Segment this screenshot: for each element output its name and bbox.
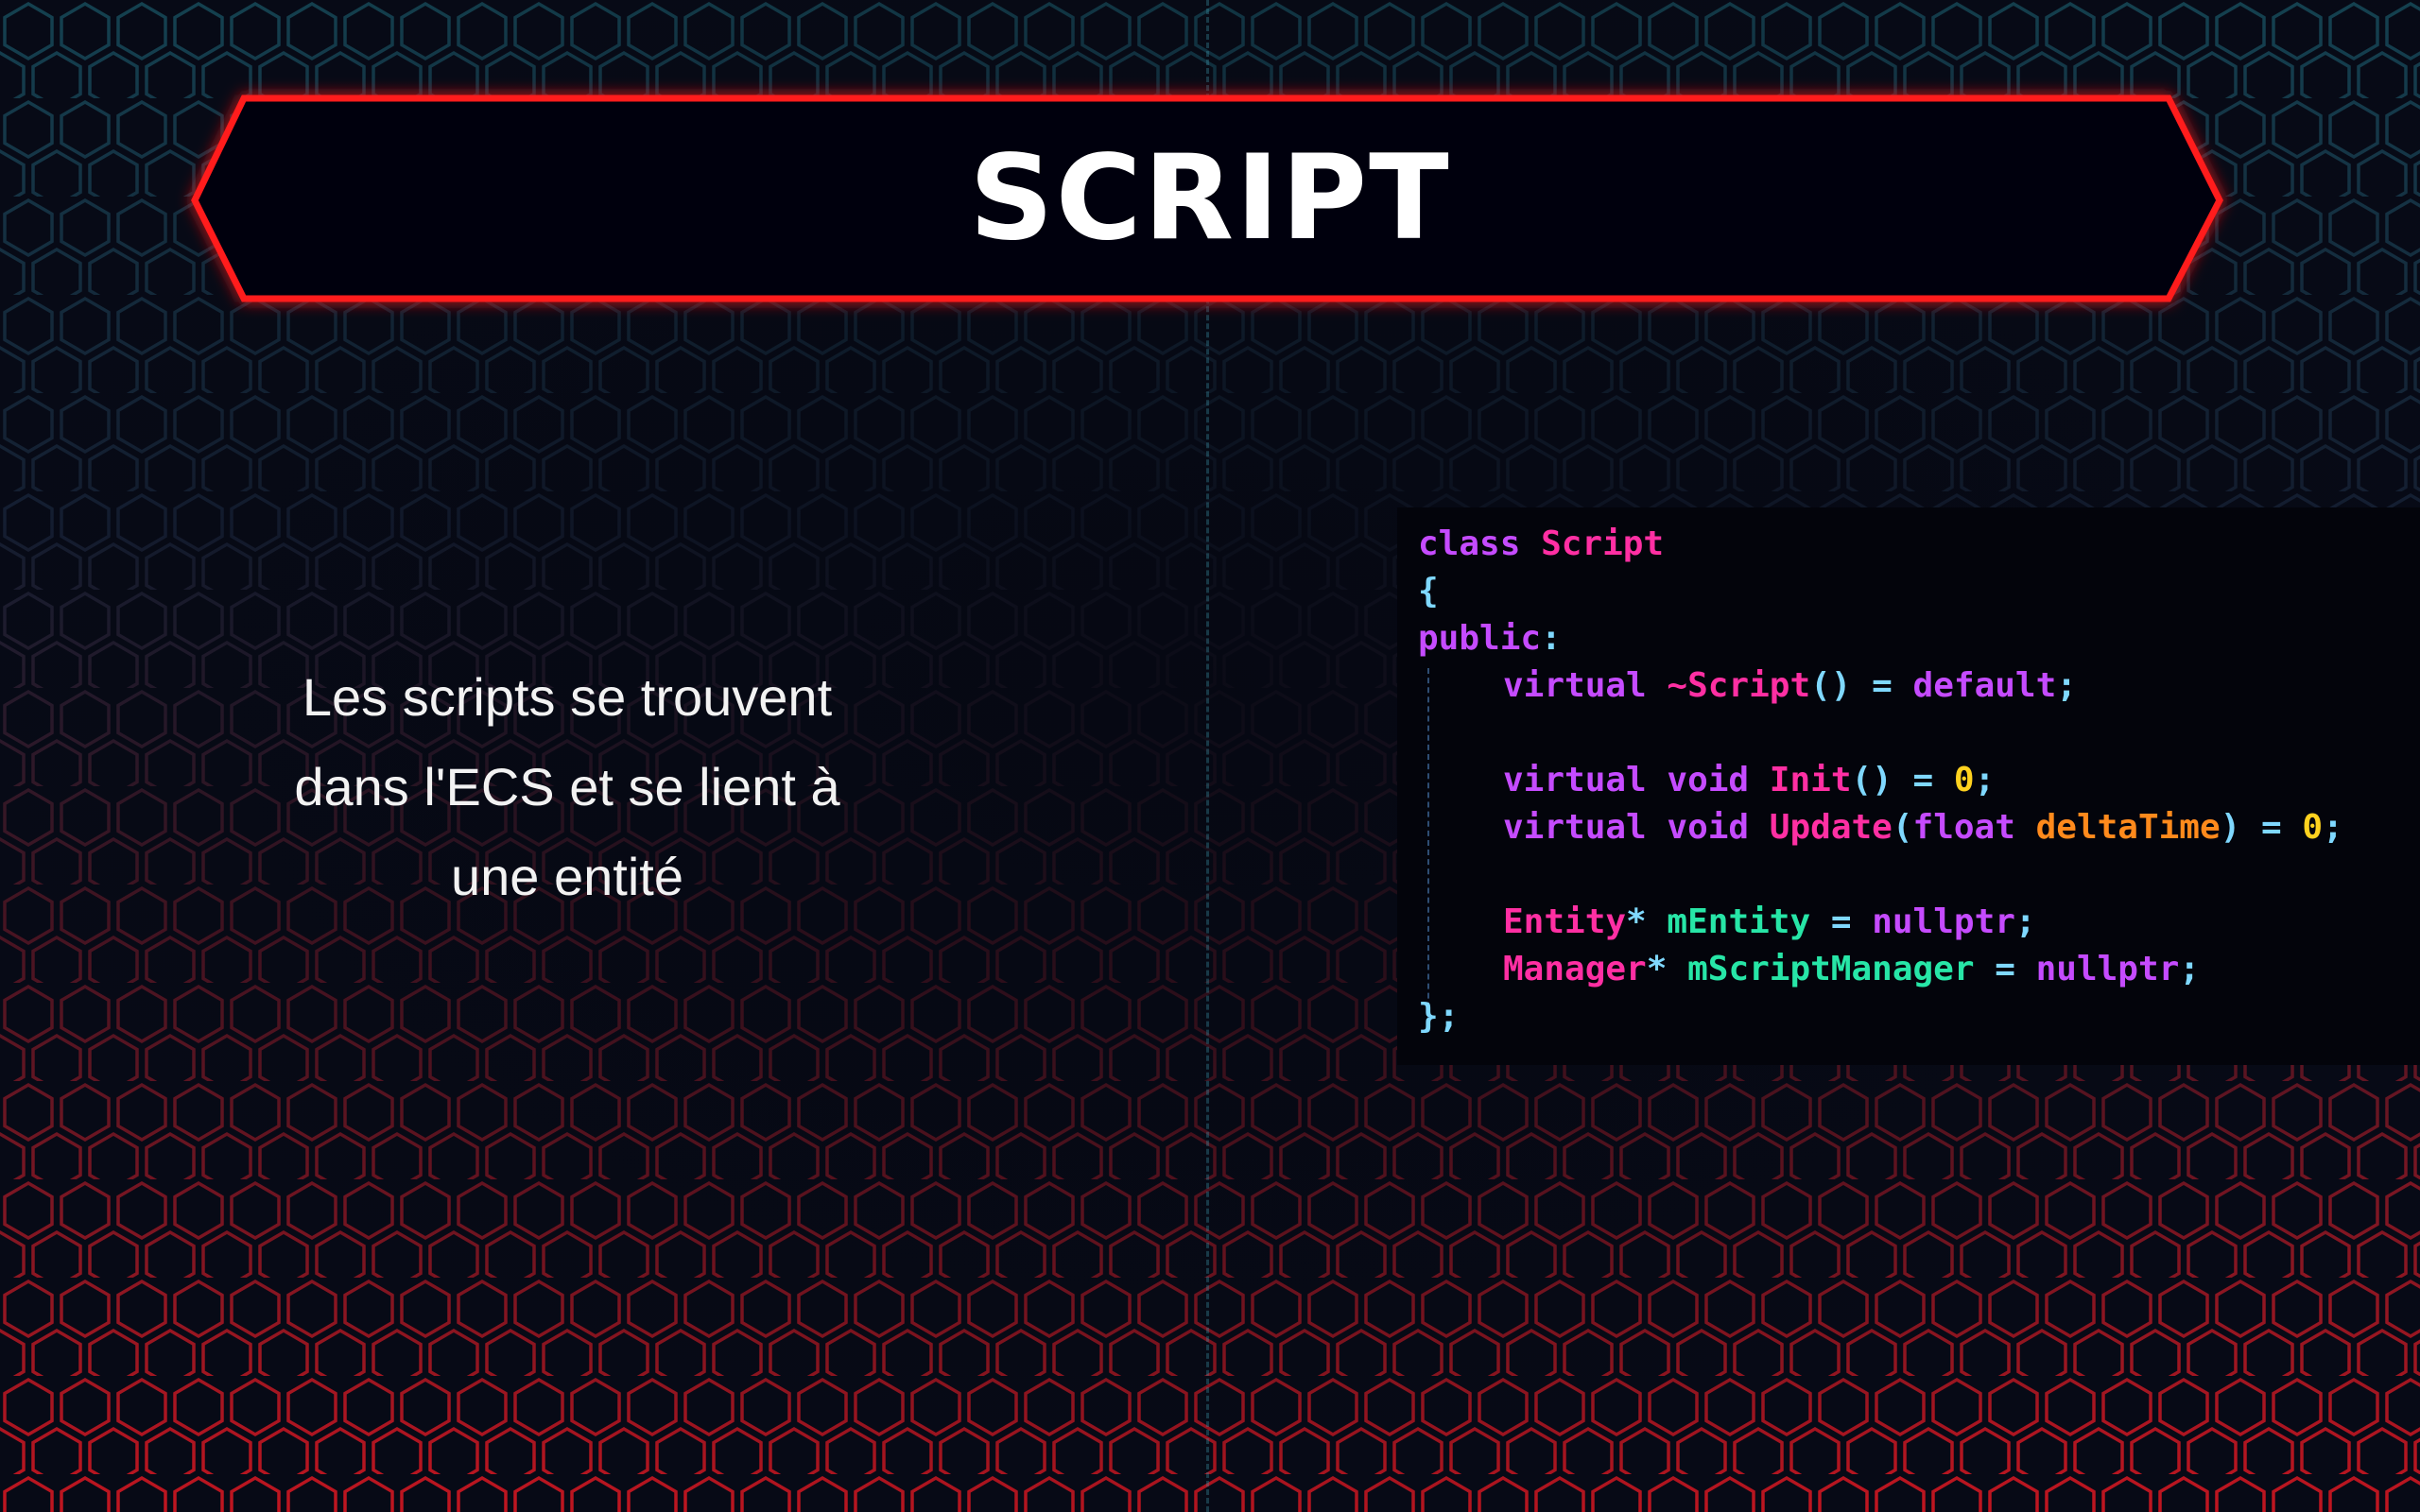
- code-token: Update: [1769, 808, 1893, 847]
- code-token: class: [1418, 524, 1521, 563]
- code-token: (): [1851, 761, 1893, 799]
- code-line-10: Manager* mScriptManager = nullptr;: [1418, 946, 2420, 993]
- code-token: ;: [2323, 808, 2343, 847]
- code-token: ;: [2056, 666, 2077, 705]
- code-token: (: [1892, 808, 1913, 847]
- description-line-1: Les scripts se trouvent: [302, 667, 833, 727]
- code-token: virtual: [1503, 761, 1647, 799]
- code-token: void: [1667, 808, 1750, 847]
- code-token: ~Script: [1667, 666, 1811, 705]
- code-token: nullptr: [1872, 902, 2015, 941]
- code-token: public: [1418, 619, 1542, 658]
- code-panel: class Script { public: virtual ~Script()…: [1397, 507, 2420, 1065]
- code-token: 0: [2302, 808, 2324, 847]
- code-line-6: virtual void Init() = 0;: [1418, 757, 2420, 804]
- code-line-1: class Script: [1418, 521, 2420, 568]
- code-token: ;: [2179, 950, 2200, 988]
- description-line-3: une entité: [451, 847, 683, 906]
- code-token: (): [1810, 666, 1852, 705]
- code-token: virtual: [1503, 666, 1647, 705]
- code-token: =: [1912, 761, 1934, 799]
- code-line-11: };: [1418, 993, 2420, 1040]
- code-token: {: [1418, 572, 1439, 610]
- code-token: deltaTime: [2035, 808, 2221, 847]
- code-token: *: [1626, 902, 1647, 941]
- code-token: ): [2220, 808, 2241, 847]
- code-line-3: public:: [1418, 615, 2420, 662]
- code-token: void: [1667, 761, 1750, 799]
- code-line-5-blank: [1418, 710, 2420, 757]
- code-token: virtual: [1503, 808, 1647, 847]
- code-token: ;: [2014, 902, 2036, 941]
- code-line-9: Entity* mEntity = nullptr;: [1418, 899, 2420, 946]
- code-token: =: [1995, 950, 2015, 988]
- code-token: float: [1912, 808, 2015, 847]
- code-line-4: virtual ~Script() = default;: [1418, 662, 2420, 710]
- page-title: SCRIPT: [969, 130, 1451, 266]
- description-text: Les scripts se trouvent dans l'ECS et se…: [208, 652, 926, 921]
- code-token: Init: [1769, 761, 1852, 799]
- code-token: ;: [1438, 997, 1460, 1036]
- code-token: }: [1418, 997, 1439, 1036]
- code-line-8-blank: [1418, 851, 2420, 899]
- code-line-2: {: [1418, 568, 2420, 615]
- code-token: default: [1912, 666, 2057, 705]
- code-token: =: [2261, 808, 2282, 847]
- code-line-7: virtual void Update(float deltaTime) = 0…: [1418, 804, 2420, 851]
- code-token: 0: [1953, 761, 1975, 799]
- description-line-2: dans l'ECS et se lient à: [294, 757, 840, 816]
- code-token: nullptr: [2035, 950, 2180, 988]
- code-token: Entity: [1503, 902, 1627, 941]
- code-block: class Script { public: virtual ~Script()…: [1418, 521, 2420, 1040]
- code-token: mScriptManager: [1687, 950, 1975, 988]
- code-token: Manager: [1503, 950, 1647, 988]
- slide: SCRIPT Les scripts se trouvent dans l'EC…: [0, 0, 2420, 1512]
- code-token: ;: [1974, 761, 1996, 799]
- code-token: mEntity: [1667, 902, 1811, 941]
- code-token: Script: [1541, 524, 1665, 563]
- code-token: =: [1830, 902, 1852, 941]
- code-token: *: [1646, 950, 1668, 988]
- code-token: :: [1541, 619, 1562, 658]
- code-token: =: [1872, 666, 1893, 705]
